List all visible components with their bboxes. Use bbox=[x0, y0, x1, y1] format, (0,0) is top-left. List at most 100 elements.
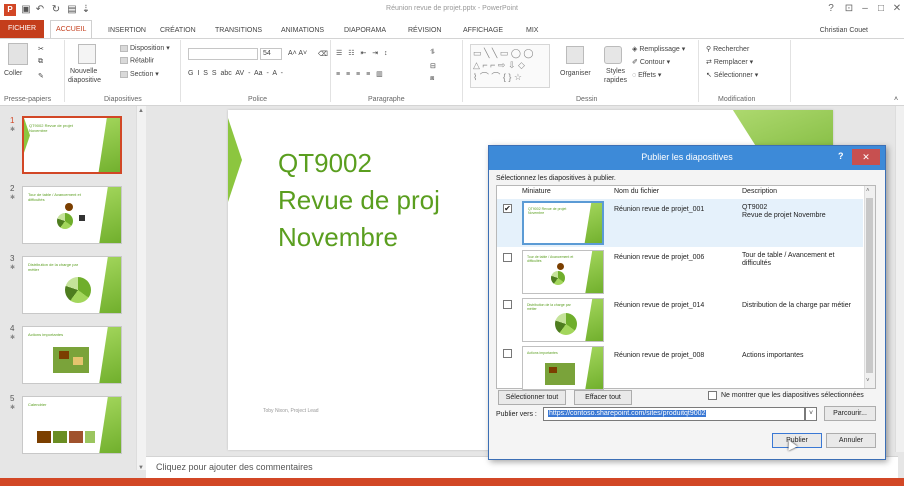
dialog-close-button[interactable]: ✕ bbox=[852, 149, 880, 165]
slide-number: 5 bbox=[10, 394, 15, 403]
list-scroll-down-icon[interactable]: ˅ bbox=[866, 378, 870, 384]
row-filename-1: Réunion revue de projet_001 bbox=[614, 206, 705, 213]
tab-affichage[interactable]: AFFICHAGE bbox=[463, 25, 503, 37]
browse-button[interactable]: Parcourir... bbox=[824, 406, 876, 421]
clear-all-button[interactable]: Effacer tout bbox=[574, 390, 632, 405]
slide-title-line-2[interactable]: Revue de proj bbox=[278, 185, 440, 216]
replace-button[interactable]: ⇄ Remplacer ▾ bbox=[706, 58, 753, 66]
slide-scrollbar[interactable] bbox=[895, 106, 904, 452]
select-all-button[interactable]: Sélectionner tout bbox=[498, 390, 566, 405]
slide-title-line-1[interactable]: QT9002 bbox=[278, 148, 372, 179]
slide-thumbnail-2[interactable]: Tour de table / Avancement et difficulté… bbox=[22, 186, 122, 244]
thumbnail-scrollbar[interactable] bbox=[136, 106, 146, 470]
shape-effects-button[interactable]: ◌ Effets ▾ bbox=[632, 71, 661, 79]
tab-animations[interactable]: ANIMATIONS bbox=[281, 25, 324, 37]
thumb-decoration bbox=[98, 118, 120, 172]
group-separator bbox=[462, 40, 463, 102]
new-slide-button[interactable]: Nouvelle bbox=[70, 68, 97, 76]
thumb-decoration bbox=[585, 251, 603, 293]
paste-button[interactable]: Coller bbox=[4, 70, 22, 78]
row-thumb-title: Distribution de la charge par métier bbox=[527, 303, 571, 311]
cut-icon[interactable]: ✂ bbox=[38, 45, 44, 53]
shapes-gallery[interactable]: ▭ ╲ ╲ ▭ ◯ ◯ △ ⌐ ⌐ ⇨ ⇩ ◇ ⌇ ⌒ ⌒ { } ☆ bbox=[470, 44, 550, 88]
shape-outline-button[interactable]: ✐ Contour ▾ bbox=[632, 58, 670, 66]
tab-insertion[interactable]: INSERTION bbox=[108, 25, 146, 37]
layout-icon bbox=[120, 44, 128, 52]
list-scroll-thumb[interactable] bbox=[866, 198, 873, 373]
align-buttons[interactable]: ≡ ≡ ≡ ≡ ▥ bbox=[336, 70, 385, 78]
row-checkbox-2[interactable] bbox=[503, 253, 512, 262]
animation-star-icon: ✱ bbox=[10, 335, 16, 341]
thumb-decoration bbox=[585, 347, 603, 389]
column-header-description[interactable]: Description bbox=[742, 188, 777, 195]
group-label-editing: Modification bbox=[718, 96, 756, 103]
scroll-down-arrow-icon[interactable]: ▼ bbox=[138, 465, 144, 471]
scroll-up-arrow-icon[interactable]: ▲ bbox=[138, 108, 144, 114]
slide-thumbnail-3[interactable]: Distribution de la charge par métier bbox=[22, 256, 122, 314]
format-painter-icon[interactable]: ✎ bbox=[38, 72, 44, 80]
column-header-thumbnail[interactable]: Miniature bbox=[522, 188, 551, 195]
select-button[interactable]: ↖ Sélectionner ▾ bbox=[706, 71, 758, 79]
shape-outline-label: Contour bbox=[639, 59, 665, 66]
clear-format-icon[interactable]: ⌫ bbox=[318, 50, 328, 58]
maximize-icon[interactable]: □ bbox=[874, 3, 888, 14]
smartart-icon[interactable]: ⧈ bbox=[430, 75, 434, 83]
publish-url-value: https://contoso.sharepoint.com/sites/pro… bbox=[548, 410, 707, 417]
row-thumb-title: QT9002 Revue de projet Novembre bbox=[528, 207, 567, 215]
row-checkbox-1[interactable]: ✔ bbox=[503, 204, 512, 213]
column-header-filename[interactable]: Nom du fichier bbox=[614, 188, 659, 195]
tab-revision[interactable]: RÉVISION bbox=[408, 25, 441, 37]
reset-button[interactable]: Rétablir bbox=[120, 57, 154, 64]
thumb-image bbox=[37, 431, 51, 443]
list-scroll-up-icon[interactable]: ˄ bbox=[866, 188, 870, 194]
text-direction-icon[interactable]: ⥮ bbox=[430, 49, 435, 57]
slide-thumbnail-1[interactable]: QT9002 Revue de projet Novembre bbox=[22, 116, 122, 174]
row-checkbox-4[interactable] bbox=[503, 349, 512, 358]
shape-fill-button[interactable]: ◈ Remplissage ▾ bbox=[632, 45, 685, 53]
slide-thumbnail-4[interactable]: Actions importantes bbox=[22, 326, 122, 384]
collapse-ribbon-icon[interactable]: ˄ bbox=[894, 96, 898, 103]
font-size-select[interactable]: 54 bbox=[260, 48, 282, 60]
layout-button[interactable]: Disposition ▾ bbox=[120, 44, 170, 52]
effects-icon: ◌ bbox=[632, 72, 637, 79]
slide-thumbnail-5[interactable]: Calendrier bbox=[22, 396, 122, 454]
section-button[interactable]: Section ▾ bbox=[120, 70, 159, 78]
thumb-image bbox=[549, 367, 557, 373]
tab-mix[interactable]: MIX bbox=[526, 25, 538, 37]
tab-transitions[interactable]: TRANSITIONS bbox=[215, 25, 262, 37]
only-selected-checkbox[interactable] bbox=[708, 391, 717, 400]
binoculars-icon: ⚲ bbox=[706, 46, 712, 53]
font-format-buttons[interactable]: G I S S abc AV - Aa - A - bbox=[188, 70, 283, 77]
help-icon[interactable]: ? bbox=[824, 3, 838, 14]
tab-accueil[interactable]: ACCUEIL bbox=[50, 20, 93, 38]
tab-creation[interactable]: CRÉATION bbox=[160, 25, 196, 37]
row-checkbox-3[interactable] bbox=[503, 300, 512, 309]
grow-font-icon[interactable]: A˄ A˅ bbox=[288, 50, 307, 57]
find-button[interactable]: ⚲ Rechercher bbox=[706, 45, 749, 53]
row-description-2: Tour de table / Avancement et difficulté… bbox=[742, 252, 835, 267]
row-thumbnail-1: QT9002 Revue de projet Novembre bbox=[522, 201, 604, 245]
arrange-button[interactable]: Organiser bbox=[560, 70, 591, 78]
list-buttons[interactable]: ☰ ☷ ⇤ ⇥ ↕ bbox=[336, 49, 390, 57]
cancel-button[interactable]: Annuler bbox=[826, 433, 876, 448]
reset-icon bbox=[120, 57, 128, 64]
new-slide-icon bbox=[78, 44, 96, 64]
font-family-select[interactable] bbox=[188, 48, 258, 60]
align-text-icon[interactable]: ⊟ bbox=[430, 62, 436, 70]
minimize-icon[interactable]: – bbox=[858, 3, 872, 14]
quick-styles-button[interactable]: Styles bbox=[606, 68, 625, 76]
dialog-help-icon[interactable]: ? bbox=[838, 151, 844, 161]
user-name[interactable]: Christian Couet bbox=[820, 27, 868, 34]
row-thumbnail-2: Tour de table / Avancement et difficulté… bbox=[522, 250, 604, 294]
row-description-1: QT9002 Revue de projet Novembre bbox=[742, 204, 826, 219]
close-window-icon[interactable]: ✕ bbox=[890, 3, 904, 14]
publish-url-dropdown-icon[interactable]: ˅ bbox=[805, 407, 817, 421]
animation-star-icon: ✱ bbox=[10, 405, 16, 411]
thumb-decoration bbox=[99, 257, 121, 313]
tab-fichier[interactable]: FICHIER bbox=[0, 20, 44, 38]
copy-icon[interactable]: ⧉ bbox=[38, 58, 43, 66]
tab-diaporama[interactable]: DIAPORAMA bbox=[344, 25, 386, 37]
ribbon-display-icon[interactable]: ⊡ bbox=[842, 3, 856, 14]
slide-title-line-3[interactable]: Novembre bbox=[278, 222, 398, 253]
row-filename-3: Réunion revue de projet_014 bbox=[614, 302, 705, 309]
